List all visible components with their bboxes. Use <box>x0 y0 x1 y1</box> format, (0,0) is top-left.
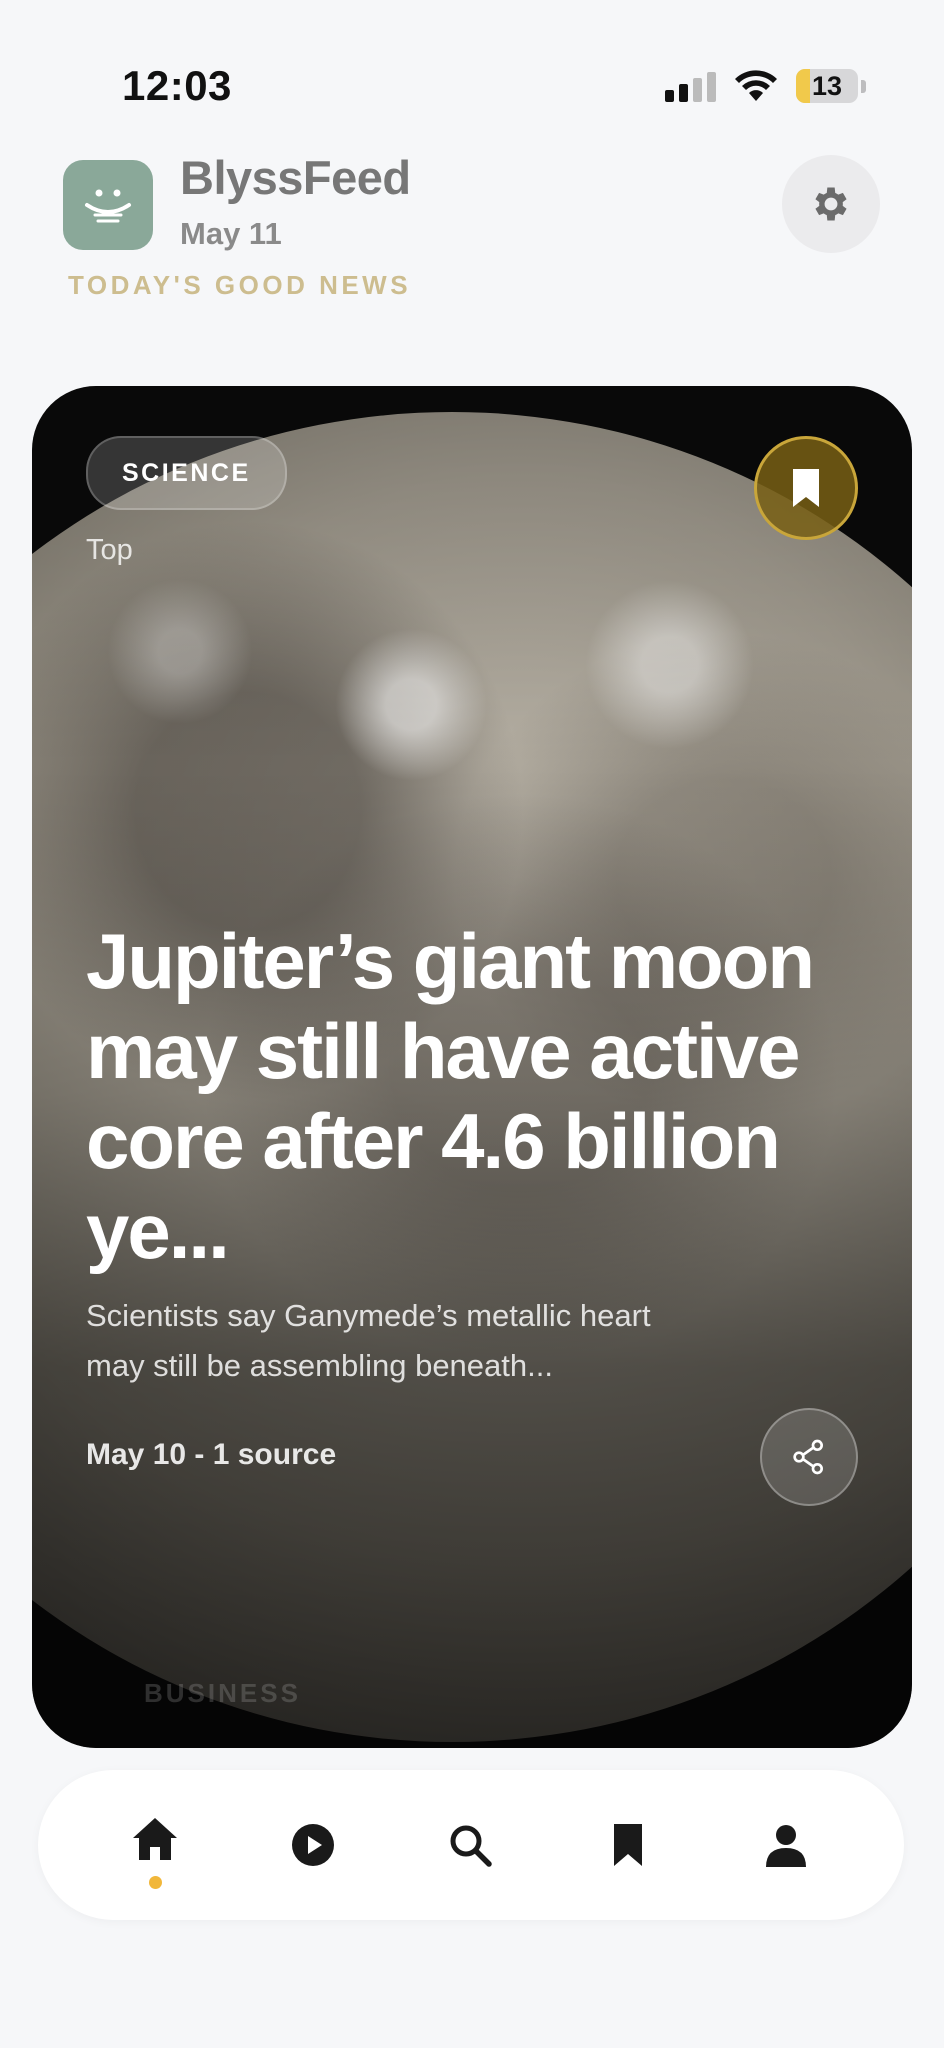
nav-saved[interactable] <box>593 1810 663 1880</box>
status-icons: 13 <box>665 66 866 106</box>
battery-icon: 13 <box>796 69 858 103</box>
category-tag[interactable]: SCIENCE <box>86 436 287 510</box>
battery-level: 13 <box>811 70 843 101</box>
section-label: TODAY'S GOOD NEWS <box>68 270 412 300</box>
status-time: 12:03 <box>122 62 232 109</box>
wifi-icon <box>735 70 777 101</box>
nav-play[interactable] <box>278 1810 348 1880</box>
story-headline[interactable]: Jupiter’s giant moon may still have acti… <box>86 916 846 1276</box>
settings-button[interactable] <box>782 155 880 253</box>
rank-label: Top <box>86 534 133 566</box>
cellular-signal-icon <box>665 70 716 102</box>
search-icon <box>450 1825 492 1867</box>
bookmark-icon <box>614 1824 642 1866</box>
active-indicator <box>149 1876 162 1889</box>
header-date: May 11 <box>180 216 282 251</box>
story-meta: May 10 - 1 source <box>86 1438 337 1471</box>
play-icon <box>292 1824 334 1866</box>
story-summary: Scientists say Ganymede’s metallic heart… <box>86 1298 651 1383</box>
share-button[interactable] <box>760 1408 858 1506</box>
profile-icon <box>766 1825 806 1867</box>
next-category-label: BUSINESS <box>144 1678 301 1708</box>
nav-profile[interactable] <box>751 1810 821 1880</box>
nav-home[interactable] <box>120 1804 190 1874</box>
category-label: SCIENCE <box>122 458 251 487</box>
share-icon <box>793 1439 823 1475</box>
story-card[interactable]: SCIENCE Top Jupiter’s giant moon may sti… <box>32 386 912 1748</box>
app-title: BlyssFeed <box>180 151 411 204</box>
nav-search[interactable] <box>435 1810 505 1880</box>
app-logo <box>63 160 153 250</box>
smile-bowl-icon <box>85 189 131 223</box>
gear-icon <box>815 187 847 221</box>
home-icon <box>133 1818 177 1860</box>
bottom-nav <box>38 1770 904 1920</box>
bookmark-icon <box>793 469 819 507</box>
bookmark-button[interactable] <box>754 436 858 540</box>
